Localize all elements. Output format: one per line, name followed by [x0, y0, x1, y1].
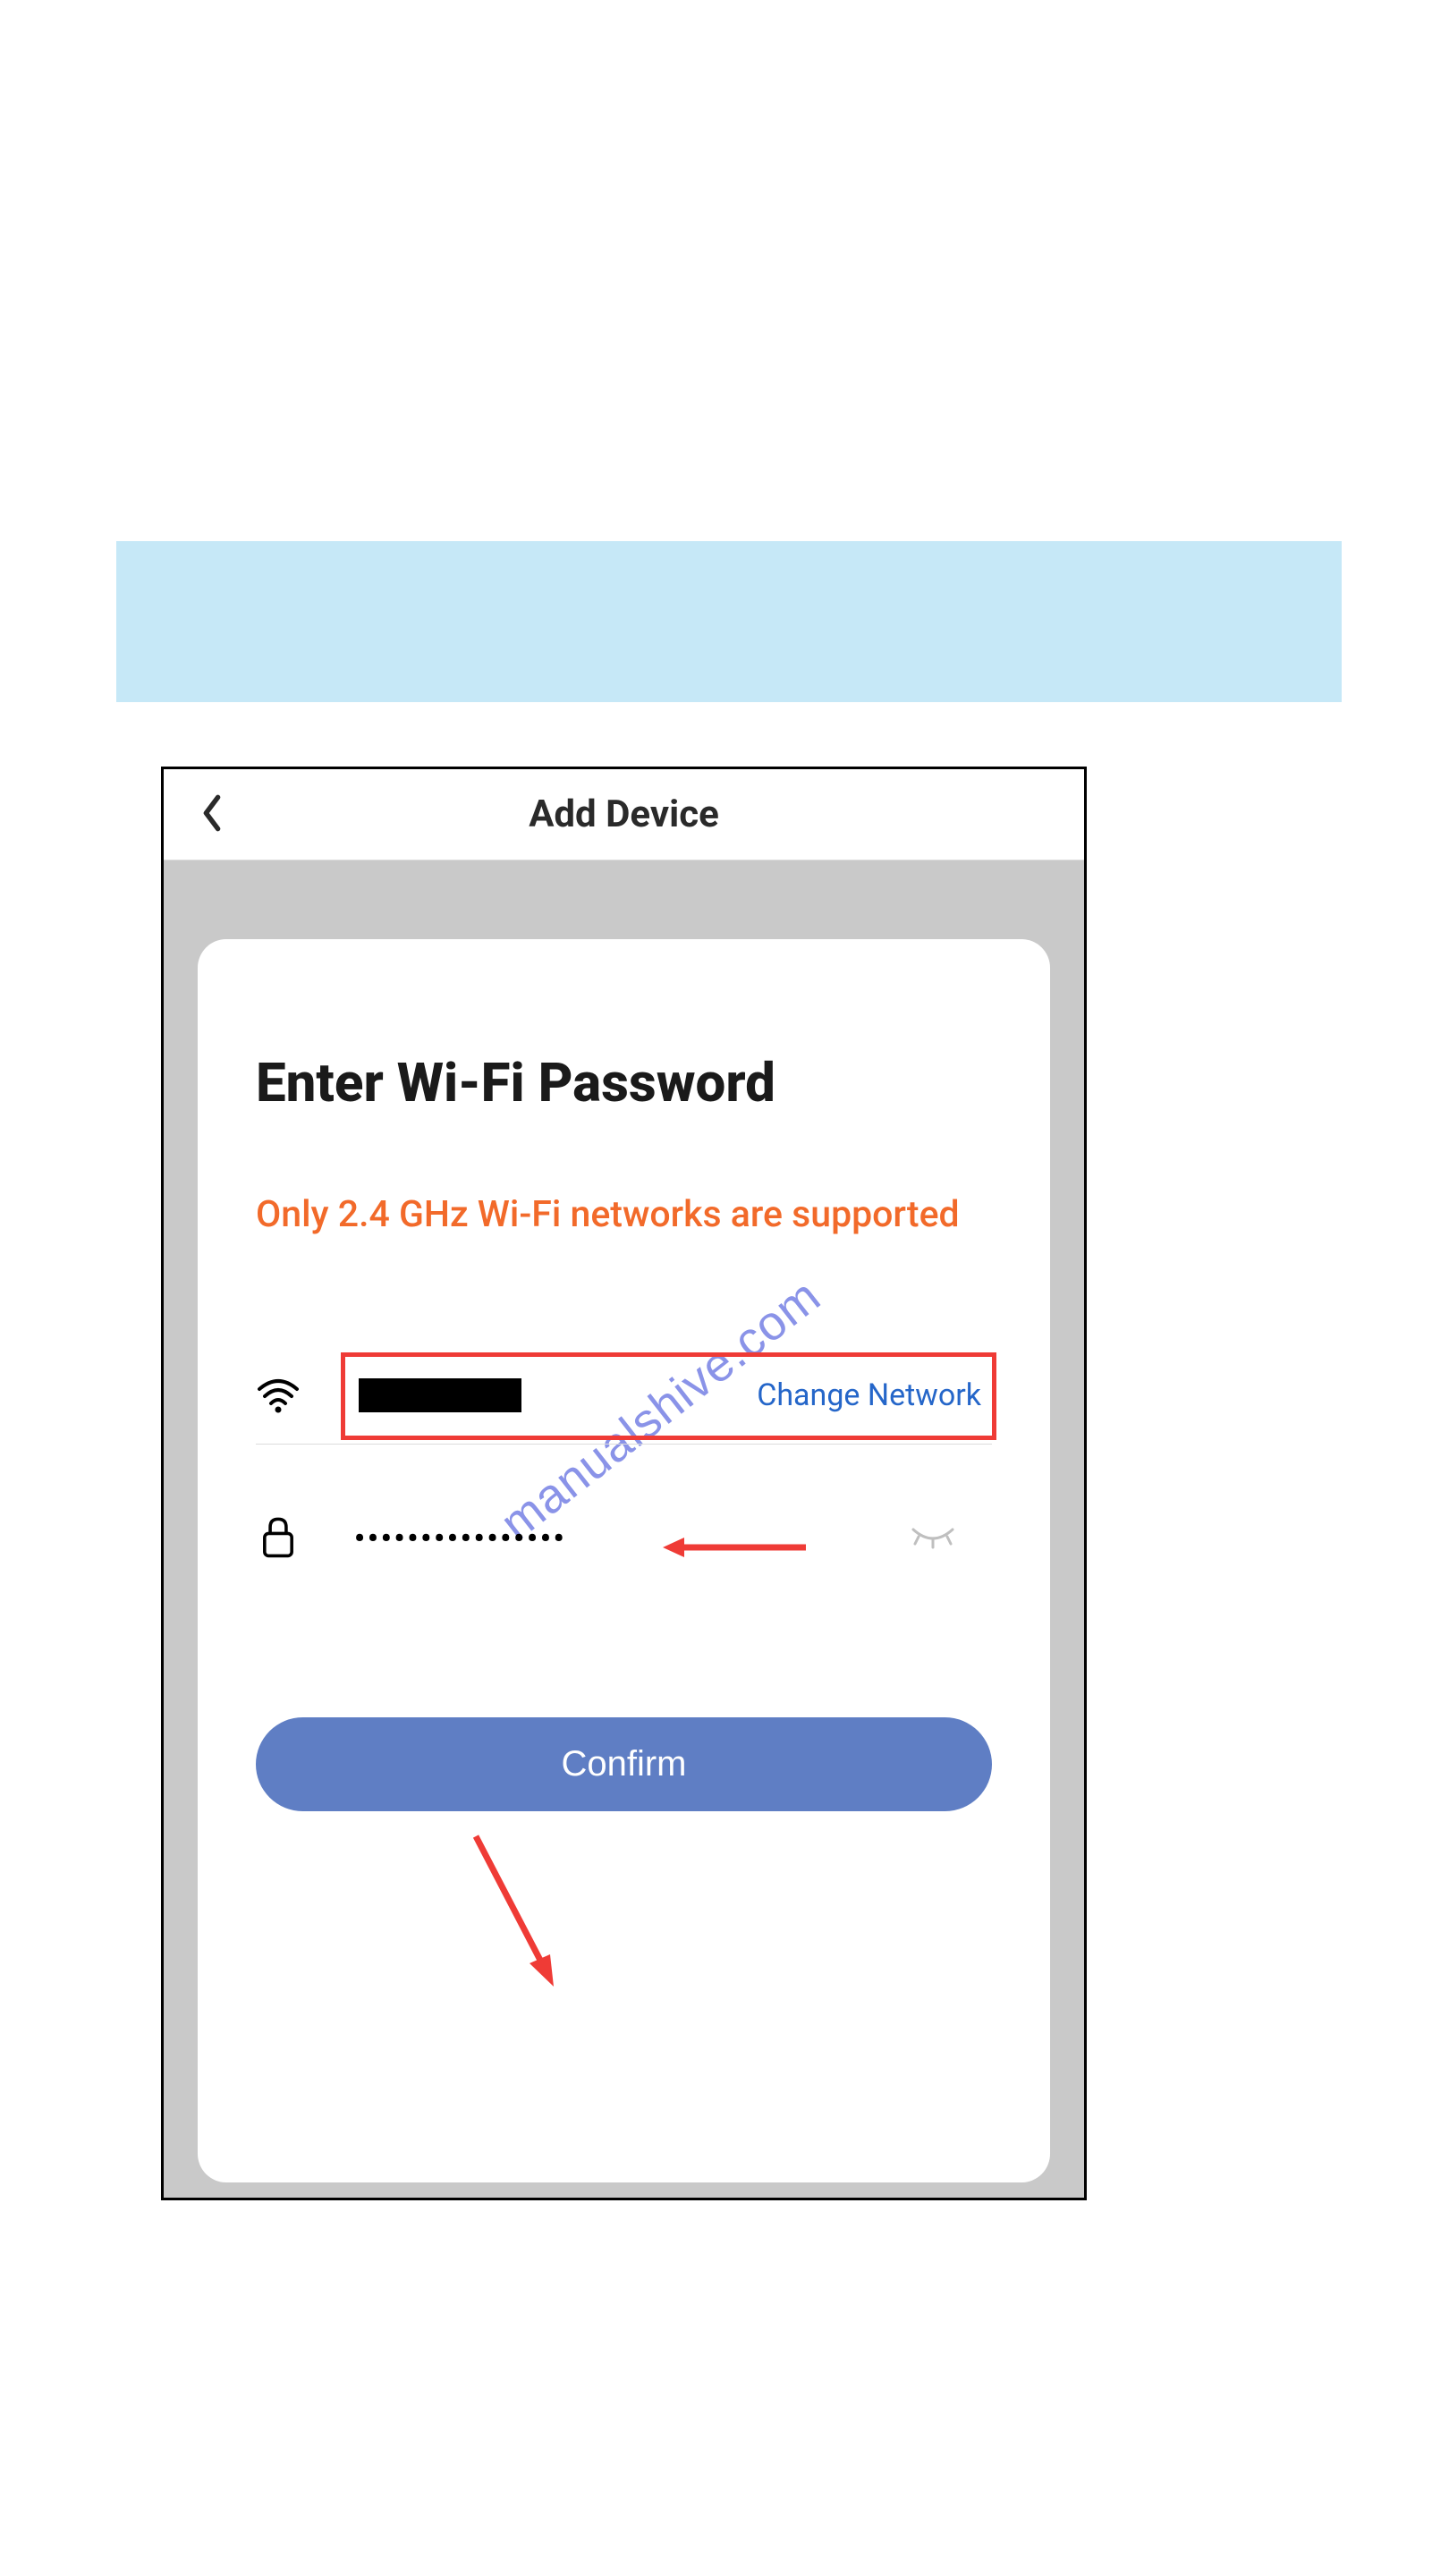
wifi-warning-text: Only 2.4 GHz Wi-Fi networks are supporte…: [256, 1191, 992, 1239]
toggle-password-visibility[interactable]: [910, 1524, 956, 1553]
wifi-setup-card: manualshive.com Enter Wi-Fi Password Onl…: [198, 939, 1050, 2182]
password-field[interactable]: ••••••••••••••••: [354, 1521, 567, 1555]
highlight-banner: [116, 541, 1342, 702]
ssid-row: Change Network: [256, 1364, 992, 1445]
card-heading: Enter Wi-Fi Password: [256, 1051, 992, 1115]
phone-screenshot: Add Device manualshive.com Enter Wi-Fi P…: [161, 767, 1087, 2200]
header-title: Add Device: [164, 792, 1084, 836]
lock-icon: [256, 1514, 309, 1563]
annotation-arrow-password: [663, 1534, 806, 1564]
confirm-button[interactable]: Confirm: [256, 1717, 992, 1811]
ssid-redacted[interactable]: [359, 1378, 521, 1412]
wifi-icon: [256, 1371, 309, 1419]
chevron-left-icon: [199, 793, 225, 833]
app-header: Add Device: [164, 769, 1084, 860]
change-network-link[interactable]: Change Network: [757, 1377, 981, 1413]
annotation-arrow-confirm: [462, 1827, 570, 2001]
password-row: ••••••••••••••••: [256, 1498, 992, 1579]
eye-closed-icon: [910, 1524, 956, 1549]
back-button[interactable]: [199, 793, 225, 836]
